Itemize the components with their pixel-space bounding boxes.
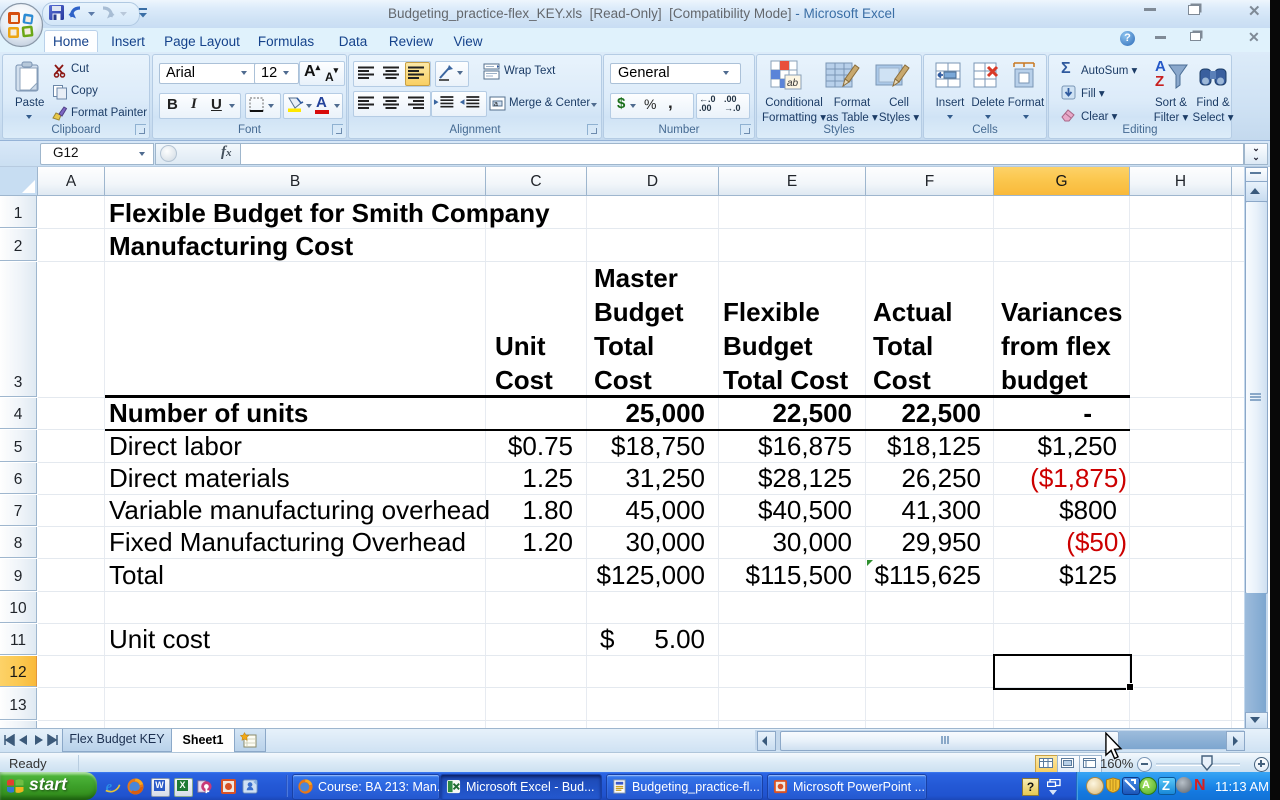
svg-text:ab: ab [787,78,799,89]
svg-text:a: a [494,101,498,108]
svg-text:e: e [106,779,113,795]
